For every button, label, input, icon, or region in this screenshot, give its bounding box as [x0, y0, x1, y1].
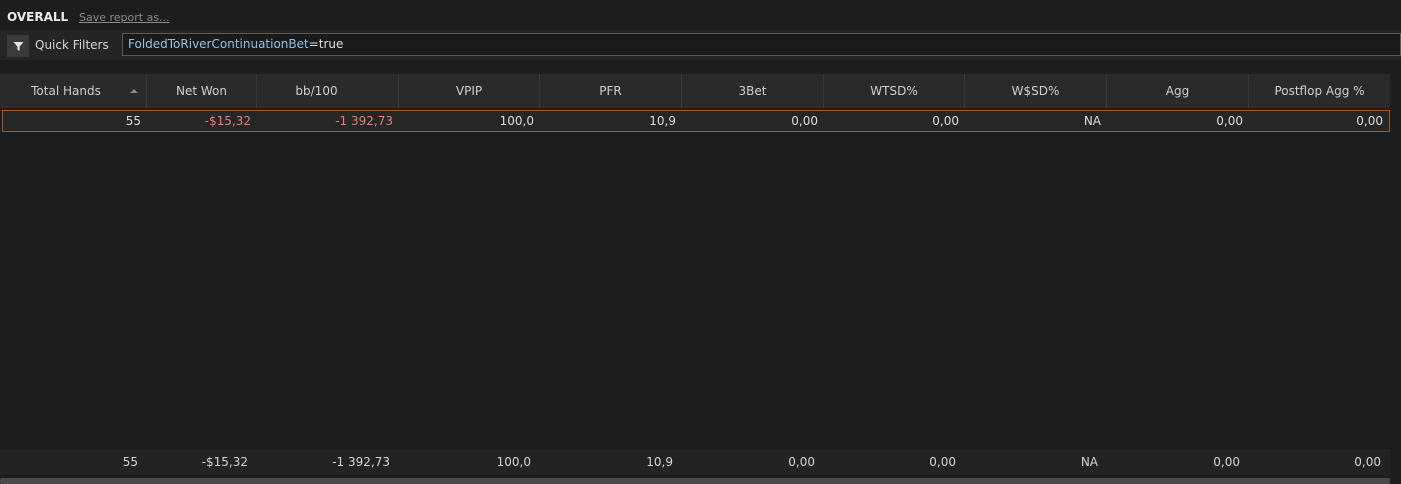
column-header-wssd[interactable]: W$SD% [965, 74, 1107, 108]
cell-total-hands: 55 [125, 114, 141, 128]
total-net-won: -$15,32 [201, 455, 248, 469]
column-header-agg[interactable]: Agg [1107, 74, 1249, 108]
column-header-wtsd[interactable]: WTSD% [824, 74, 965, 108]
cell-vpip: 100,0 [499, 114, 534, 128]
report-title: OVERALL [7, 10, 69, 24]
cell-agg: 0,00 [1216, 114, 1243, 128]
cell-postflop-agg: 0,00 [1356, 114, 1383, 128]
quick-filter-input[interactable]: FoldedToRiverContinuationBet=true [122, 33, 1401, 56]
table-header: Total Hands Net Won bb/100 VPIP PFR 3Bet… [0, 74, 1390, 108]
column-header-label: Total Hands [31, 84, 101, 98]
funnel-icon [13, 41, 23, 51]
column-header-label: VPIP [455, 84, 483, 98]
column-header-label: Postflop Agg % [1274, 84, 1365, 98]
horizontal-scrollbar[interactable] [0, 478, 1390, 484]
column-header-net-won[interactable]: Net Won [147, 74, 257, 108]
total-wtsd: 0,00 [929, 455, 956, 469]
cell-wssd: NA [1083, 114, 1101, 128]
column-header-3bet[interactable]: 3Bet [682, 74, 824, 108]
filter-keyword: FoldedToRiverContinuationBet [128, 37, 309, 51]
table-row[interactable]: 55 -$15,32 -1 392,73 100,0 10,9 0,00 0,0… [2, 110, 1390, 132]
sort-ascending-icon [130, 89, 138, 93]
cell-3bet: 0,00 [791, 114, 818, 128]
totals-row: 55 -$15,32 -1 392,73 100,0 10,9 0,00 0,0… [0, 449, 1390, 475]
total-wssd: NA [1080, 455, 1098, 469]
column-header-total-hands[interactable]: Total Hands [0, 74, 147, 108]
filter-button[interactable] [7, 35, 29, 57]
report-header: OVERALL Save report as... [0, 0, 1401, 30]
column-header-postflop-agg[interactable]: Postflop Agg % [1249, 74, 1390, 108]
column-header-label: W$SD% [1011, 84, 1060, 98]
filter-value: =true [308, 37, 344, 51]
column-header-label: WTSD% [870, 84, 918, 98]
quick-filters-label: Quick Filters [35, 38, 109, 52]
column-header-label: PFR [599, 84, 622, 98]
column-header-label: 3Bet [738, 84, 767, 98]
cell-wtsd: 0,00 [932, 114, 959, 128]
column-header-label: Net Won [176, 84, 227, 98]
column-header-vpip[interactable]: VPIP [399, 74, 540, 108]
column-header-label: bb/100 [295, 84, 338, 98]
total-bb100: -1 392,73 [332, 455, 390, 469]
column-header-pfr[interactable]: PFR [540, 74, 682, 108]
total-3bet: 0,00 [788, 455, 815, 469]
column-header-label: Agg [1165, 84, 1190, 98]
cell-pfr: 10,9 [649, 114, 676, 128]
cell-bb100: -1 392,73 [335, 114, 393, 128]
column-header-bb100[interactable]: bb/100 [257, 74, 399, 108]
total-postflop-agg: 0,00 [1354, 455, 1381, 469]
total-total-hands: 55 [122, 455, 138, 469]
total-vpip: 100,0 [496, 455, 531, 469]
total-agg: 0,00 [1213, 455, 1240, 469]
cell-net-won: -$15,32 [204, 114, 251, 128]
total-pfr: 10,9 [646, 455, 673, 469]
save-report-link[interactable]: Save report as... [79, 11, 170, 24]
